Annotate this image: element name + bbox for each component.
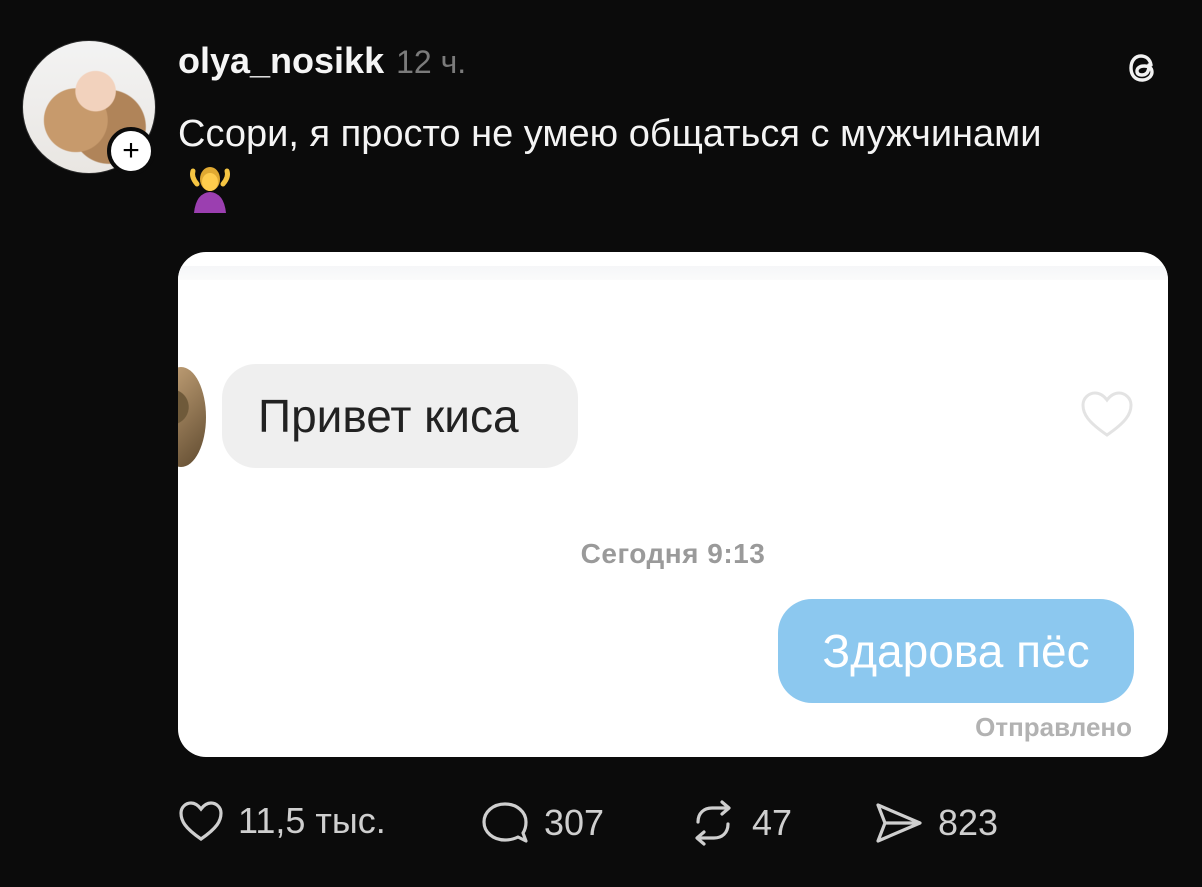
outgoing-message-bubble: Здарова пёс bbox=[778, 599, 1134, 703]
plus-icon: + bbox=[122, 134, 140, 167]
comment-icon bbox=[482, 802, 528, 843]
comment-count: 307 bbox=[544, 802, 605, 843]
message-like-heart-icon bbox=[1081, 391, 1133, 437]
post-actions: 11,5 тыс. 307 47 823 bbox=[178, 800, 1078, 856]
attached-screenshot[interactable]: Привет киса Сегодня 9:13 Здарова пёс Отп… bbox=[178, 252, 1168, 757]
chat-timestamp: Сегодня 9:13 bbox=[580, 538, 766, 569]
repost-count: 47 bbox=[752, 802, 793, 843]
like-count: 11,5 тыс. bbox=[238, 800, 386, 841]
repost-button[interactable]: 47 bbox=[688, 800, 792, 846]
username[interactable]: olya_nosikk bbox=[178, 40, 384, 82]
heart-icon bbox=[179, 801, 223, 841]
repost-icon bbox=[695, 800, 731, 846]
post-time: 12 ч. bbox=[396, 44, 467, 80]
card-header-strip bbox=[178, 266, 1168, 280]
outgoing-message-text: Здарова пёс bbox=[822, 625, 1090, 677]
incoming-message-bubble: Привет киса bbox=[222, 364, 578, 468]
follow-button[interactable]: + bbox=[107, 127, 155, 175]
comment-button[interactable]: 307 bbox=[480, 800, 604, 846]
share-count: 823 bbox=[938, 802, 999, 843]
person-shrugging-icon bbox=[190, 167, 230, 213]
post-header: olya_nosikk 12 ч. bbox=[178, 40, 466, 82]
like-button[interactable]: 11,5 тыс. bbox=[178, 800, 386, 842]
share-send-icon bbox=[876, 803, 922, 843]
threads-logo-icon[interactable] bbox=[1118, 44, 1166, 92]
sent-status: Отправлено bbox=[975, 712, 1132, 742]
post-text: Ссори, я просто не умею общаться с мужчи… bbox=[178, 106, 1078, 222]
contact-avatar bbox=[178, 367, 206, 467]
post-text-body: Ссори, я просто не умею общаться с мужчи… bbox=[178, 113, 1042, 155]
share-button[interactable]: 823 bbox=[874, 800, 998, 846]
incoming-message-text: Привет киса bbox=[258, 390, 519, 442]
